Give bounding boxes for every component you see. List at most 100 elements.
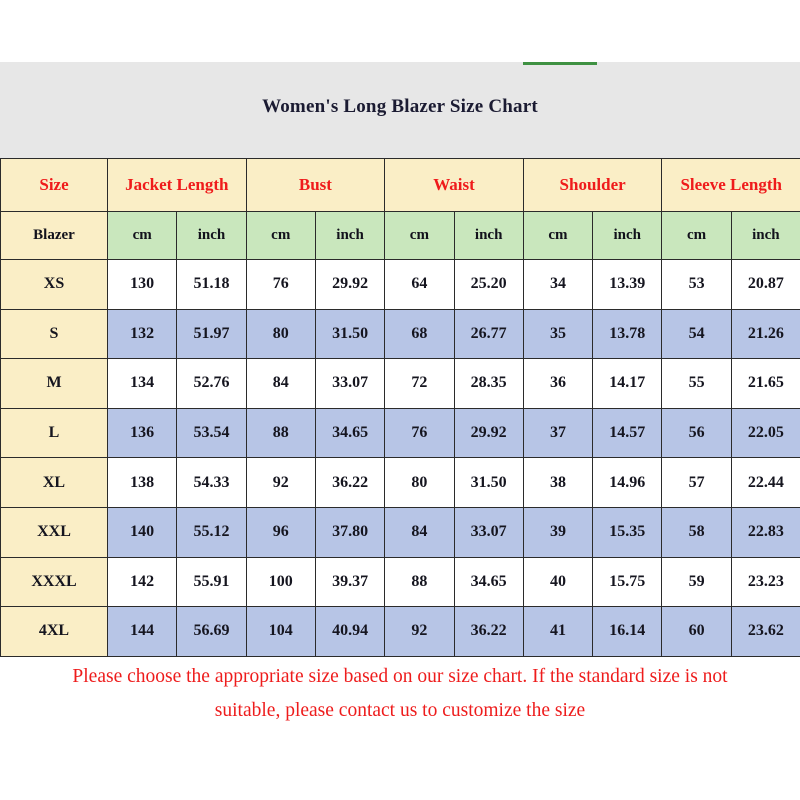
cell-shoulder-cm: 41 bbox=[522, 606, 594, 657]
cell-waist-inch: 36.22 bbox=[453, 606, 524, 657]
cell-waist-inch: 25.20 bbox=[453, 259, 524, 310]
cell-jacket-length-inch: 51.97 bbox=[176, 308, 247, 360]
unit-row-size-label: Blazer bbox=[0, 211, 108, 260]
unit-bust-cm: cm bbox=[245, 211, 316, 260]
cell-shoulder-inch: 15.35 bbox=[592, 506, 663, 558]
unit-shoulder-inch: inch bbox=[592, 211, 663, 260]
cell-sleeve-length-inch: 21.26 bbox=[730, 308, 800, 360]
cell-bust-inch: 31.50 bbox=[314, 308, 386, 360]
cell-sleeve-length-inch: 22.83 bbox=[730, 506, 800, 558]
cell-jacket-length-cm: 140 bbox=[106, 506, 178, 558]
cell-bust-cm: 76 bbox=[245, 259, 316, 310]
size-advice-note: Please choose the appropriate size based… bbox=[14, 660, 786, 728]
cell-sleeve-length-cm: 59 bbox=[661, 556, 732, 608]
size-advice-note-line-1: Please choose the appropriate size based… bbox=[72, 666, 728, 687]
unit-jacket-length-inch: inch bbox=[176, 211, 247, 260]
cell-shoulder-inch: 14.96 bbox=[592, 457, 663, 508]
cell-shoulder-cm: 38 bbox=[522, 457, 594, 508]
row-size-label: 4XL bbox=[0, 606, 108, 657]
cell-bust-inch: 39.37 bbox=[314, 556, 386, 608]
cell-sleeve-length-cm: 56 bbox=[661, 407, 732, 459]
cell-bust-cm: 104 bbox=[245, 606, 316, 657]
row-size-label: M bbox=[0, 358, 108, 409]
cell-sleeve-length-inch: 23.23 bbox=[730, 556, 800, 608]
cell-waist-inch: 29.92 bbox=[453, 407, 524, 459]
cell-waist-cm: 72 bbox=[384, 358, 455, 409]
cell-bust-cm: 80 bbox=[245, 308, 316, 360]
bottom-white-strip bbox=[0, 736, 800, 800]
unit-waist-inch: inch bbox=[453, 211, 524, 260]
cell-shoulder-cm: 40 bbox=[522, 556, 594, 608]
page-title: Women's Long Blazer Size Chart bbox=[262, 96, 538, 117]
cell-jacket-length-inch: 54.33 bbox=[176, 457, 247, 508]
cell-jacket-length-cm: 134 bbox=[106, 358, 178, 409]
cell-jacket-length-cm: 136 bbox=[106, 407, 178, 459]
table-row: 4XL 144 56.69 104 40.94 92 36.22 41 16.1… bbox=[0, 606, 800, 657]
table-row: L 136 53.54 88 34.65 76 29.92 37 14.57 5… bbox=[0, 407, 800, 459]
cell-sleeve-length-inch: 22.05 bbox=[730, 407, 800, 459]
cell-waist-cm: 64 bbox=[384, 259, 455, 310]
size-chart-page: Women's Long Blazer Size Chart Size Jack… bbox=[0, 0, 800, 800]
table-row: XS 130 51.18 76 29.92 64 25.20 34 13.39 … bbox=[0, 259, 800, 310]
green-accent-rule bbox=[523, 62, 597, 65]
row-size-label: XL bbox=[0, 457, 108, 508]
cell-bust-inch: 34.65 bbox=[314, 407, 386, 459]
cell-shoulder-cm: 35 bbox=[522, 308, 594, 360]
cell-bust-cm: 92 bbox=[245, 457, 316, 508]
group-header-sleeve-length: Sleeve Length bbox=[661, 158, 800, 212]
cell-sleeve-length-inch: 20.87 bbox=[730, 259, 800, 310]
cell-bust-inch: 37.80 bbox=[314, 506, 386, 558]
cell-waist-inch: 33.07 bbox=[453, 506, 524, 558]
cell-sleeve-length-cm: 54 bbox=[661, 308, 732, 360]
cell-jacket-length-inch: 52.76 bbox=[176, 358, 247, 409]
row-size-label: S bbox=[0, 308, 108, 360]
cell-jacket-length-inch: 53.54 bbox=[176, 407, 247, 459]
cell-bust-cm: 88 bbox=[245, 407, 316, 459]
cell-sleeve-length-cm: 57 bbox=[661, 457, 732, 508]
cell-jacket-length-cm: 132 bbox=[106, 308, 178, 360]
cell-jacket-length-inch: 55.91 bbox=[176, 556, 247, 608]
cell-jacket-length-cm: 142 bbox=[106, 556, 178, 608]
top-white-strip bbox=[0, 0, 800, 62]
group-header-size: Size bbox=[0, 158, 108, 212]
size-chart-table-wrap: Size Jacket Length Bust Waist Shoulder S… bbox=[0, 158, 800, 657]
cell-jacket-length-cm: 130 bbox=[106, 259, 178, 310]
group-header-row: Size Jacket Length Bust Waist Shoulder S… bbox=[0, 158, 800, 212]
table-row: M 134 52.76 84 33.07 72 28.35 36 14.17 5… bbox=[0, 358, 800, 409]
cell-waist-cm: 84 bbox=[384, 506, 455, 558]
group-header-jacket-length: Jacket Length bbox=[107, 158, 247, 212]
cell-sleeve-length-cm: 60 bbox=[661, 606, 732, 657]
cell-shoulder-inch: 14.17 bbox=[592, 358, 663, 409]
row-size-label: XXL bbox=[0, 506, 108, 558]
cell-waist-cm: 92 bbox=[384, 606, 455, 657]
unit-waist-cm: cm bbox=[384, 211, 455, 260]
cell-shoulder-inch: 16.14 bbox=[592, 606, 663, 657]
unit-header-row: Blazer cm inch cm inch cm inch cm inch c… bbox=[0, 211, 800, 260]
cell-jacket-length-cm: 138 bbox=[106, 457, 178, 508]
cell-bust-cm: 100 bbox=[245, 556, 316, 608]
row-size-label: L bbox=[0, 407, 108, 459]
group-header-waist: Waist bbox=[384, 158, 524, 212]
cell-shoulder-cm: 36 bbox=[522, 358, 594, 409]
cell-jacket-length-inch: 56.69 bbox=[176, 606, 247, 657]
cell-shoulder-inch: 14.57 bbox=[592, 407, 663, 459]
row-size-label: XXXL bbox=[0, 556, 108, 608]
cell-bust-cm: 96 bbox=[245, 506, 316, 558]
cell-waist-cm: 68 bbox=[384, 308, 455, 360]
cell-jacket-length-cm: 144 bbox=[106, 606, 178, 657]
unit-sleeve-length-inch: inch bbox=[730, 211, 800, 260]
cell-waist-cm: 80 bbox=[384, 457, 455, 508]
cell-waist-inch: 34.65 bbox=[453, 556, 524, 608]
group-header-bust: Bust bbox=[245, 158, 386, 212]
unit-sleeve-length-cm: cm bbox=[661, 211, 732, 260]
row-size-label: XS bbox=[0, 259, 108, 310]
cell-bust-inch: 36.22 bbox=[314, 457, 386, 508]
cell-jacket-length-inch: 55.12 bbox=[176, 506, 247, 558]
table-row: XL 138 54.33 92 36.22 80 31.50 38 14.96 … bbox=[0, 457, 800, 508]
cell-bust-cm: 84 bbox=[245, 358, 316, 409]
size-chart-body: Size Jacket Length Bust Waist Shoulder S… bbox=[0, 158, 800, 657]
cell-waist-cm: 76 bbox=[384, 407, 455, 459]
cell-sleeve-length-inch: 22.44 bbox=[730, 457, 800, 508]
cell-waist-inch: 28.35 bbox=[453, 358, 524, 409]
unit-shoulder-cm: cm bbox=[522, 211, 594, 260]
